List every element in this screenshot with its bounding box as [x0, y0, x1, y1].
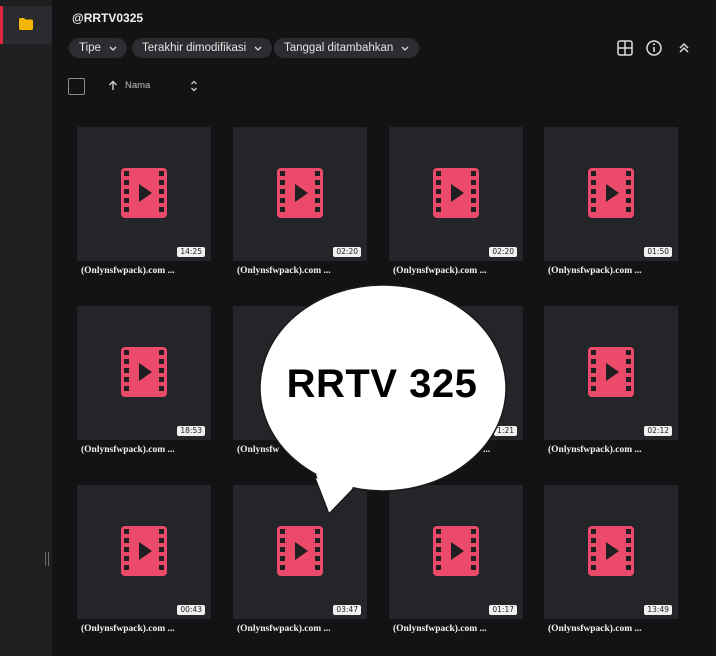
- video-file-icon: [588, 347, 634, 397]
- sort-toggle-icon[interactable]: [189, 79, 199, 93]
- file-thumbnail[interactable]: 18:53: [77, 306, 211, 440]
- filter-added-button[interactable]: Tanggal ditambahkan: [274, 38, 420, 58]
- filter-type-button[interactable]: Tipe: [69, 38, 127, 58]
- arrow-up-icon[interactable]: [108, 80, 118, 91]
- duration-badge: 02:20: [333, 247, 361, 257]
- file-name[interactable]: (Onlynsfwpack).com ...: [548, 445, 688, 455]
- file-thumbnail[interactable]: 01:50: [544, 127, 678, 261]
- video-file-icon: [277, 168, 323, 218]
- sidebar: [0, 0, 52, 656]
- select-all-checkbox[interactable]: [68, 78, 85, 95]
- chevron-down-icon: [401, 46, 409, 51]
- file-thumbnail[interactable]: 02:20: [233, 127, 367, 261]
- info-icon[interactable]: [645, 39, 663, 57]
- file-thumbnail[interactable]: 02:12: [544, 306, 678, 440]
- file-thumbnail[interactable]: 13:49: [544, 485, 678, 619]
- duration-badge: 18:53: [177, 426, 205, 436]
- duration-badge: 01:17: [489, 605, 517, 615]
- file-name[interactable]: (Onlynsfwpack).com ...: [548, 266, 688, 276]
- video-file-icon: [588, 168, 634, 218]
- filter-modified-button[interactable]: Terakhir dimodifikasi: [132, 38, 273, 58]
- grid-view-icon[interactable]: [616, 39, 634, 57]
- duration-badge: 02:12: [644, 426, 672, 436]
- overlay-text: RRTV 325: [286, 362, 478, 406]
- file-thumbnail[interactable]: 00:43: [77, 485, 211, 619]
- file-name[interactable]: (Onlynsfwpack).com ...: [548, 624, 688, 634]
- duration-badge: 03:47: [333, 605, 361, 615]
- sort-label[interactable]: Nama: [125, 80, 150, 91]
- file-name[interactable]: (Onlynsfwpack).com ...: [237, 624, 377, 634]
- filter-label: Terakhir dimodifikasi: [142, 42, 247, 54]
- file-name[interactable]: (Onlynsfwpack).com ...: [393, 624, 533, 634]
- file-thumbnail[interactable]: 14:25: [77, 127, 211, 261]
- duration-badge: 00:43: [177, 605, 205, 615]
- file-name[interactable]: (Onlynsfwpack).com ...: [393, 266, 533, 276]
- duration-badge: 02:20: [489, 247, 517, 257]
- file-name[interactable]: (Onlynsfwpack).com ...: [81, 445, 221, 455]
- resize-handle[interactable]: [45, 552, 51, 566]
- filter-label: Tipe: [79, 42, 101, 54]
- file-name[interactable]: (Onlynsfwpack).com ...: [81, 266, 221, 276]
- file-name[interactable]: (Onlynsfwpack).com ...: [237, 266, 377, 276]
- page-title: @RRTV0325: [72, 11, 144, 25]
- collapse-icon[interactable]: [675, 39, 693, 57]
- duration-badge: 14:25: [177, 247, 205, 257]
- chevron-down-icon: [109, 46, 117, 51]
- video-file-icon: [277, 526, 323, 576]
- duration-badge: 13:49: [644, 605, 672, 615]
- sidebar-item-folder[interactable]: [0, 6, 52, 44]
- video-file-icon: [121, 347, 167, 397]
- video-file-icon: [121, 168, 167, 218]
- filter-label: Tanggal ditambahkan: [284, 42, 394, 54]
- file-name[interactable]: (Onlynsfwpack).com ...: [81, 624, 221, 634]
- chevron-down-icon: [254, 46, 262, 51]
- video-file-icon: [433, 168, 479, 218]
- video-file-icon: [121, 526, 167, 576]
- video-file-icon: [433, 526, 479, 576]
- video-file-icon: [588, 526, 634, 576]
- folder-icon: [19, 18, 33, 30]
- duration-badge: 01:50: [644, 247, 672, 257]
- file-thumbnail[interactable]: 02:20: [389, 127, 523, 261]
